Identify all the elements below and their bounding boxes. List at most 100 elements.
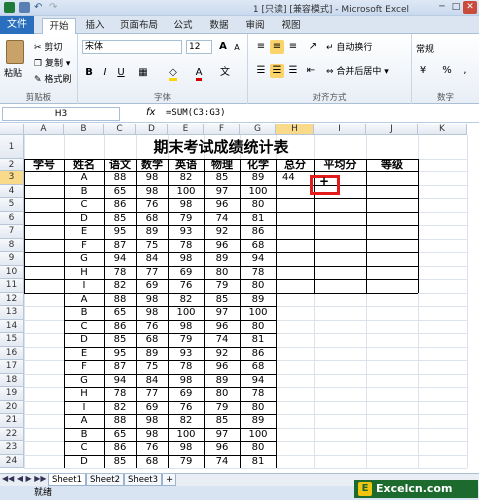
data-cell[interactable]: 95 xyxy=(104,225,136,239)
data-cell[interactable]: D xyxy=(64,212,104,226)
data-cell[interactable]: 100 xyxy=(168,428,204,442)
data-cell[interactable]: B xyxy=(64,185,104,199)
data-cell[interactable]: 78 xyxy=(240,387,276,401)
data-cell[interactable]: F xyxy=(64,360,104,374)
row-header-12[interactable]: 12 xyxy=(0,292,24,306)
data-cell[interactable]: 85 xyxy=(204,171,240,185)
data-cell[interactable]: 84 xyxy=(136,374,168,388)
row-header-24[interactable]: 24 xyxy=(0,454,24,468)
data-cell[interactable]: 100 xyxy=(240,428,276,442)
data-cell[interactable]: 85 xyxy=(104,455,136,469)
data-cell[interactable]: F xyxy=(64,239,104,253)
data-cell[interactable]: 98 xyxy=(136,306,168,320)
borders-icon[interactable]: ▦ xyxy=(136,66,150,80)
data-cell[interactable]: 74 xyxy=(204,333,240,347)
wrap-text-button[interactable]: ↵ 自动换行 xyxy=(326,40,372,53)
data-cell[interactable]: 86 xyxy=(104,320,136,334)
data-cell[interactable]: 89 xyxy=(204,252,240,266)
data-cell[interactable]: 85 xyxy=(204,293,240,307)
data-cell[interactable]: 68 xyxy=(136,333,168,347)
data-cell[interactable]: 94 xyxy=(240,374,276,388)
row-header-13[interactable]: 13 xyxy=(0,306,24,320)
row-header-21[interactable]: 21 xyxy=(0,414,24,428)
data-cell[interactable]: 85 xyxy=(204,414,240,428)
data-cell[interactable]: 69 xyxy=(168,266,204,280)
data-cell[interactable]: 94 xyxy=(104,252,136,266)
data-cell[interactable]: D xyxy=(64,333,104,347)
data-cell[interactable]: 98 xyxy=(168,198,204,212)
row-header-20[interactable]: 20 xyxy=(0,400,24,414)
tab-formulas[interactable]: 公式 xyxy=(168,18,198,34)
comma-button[interactable]: , xyxy=(458,64,472,78)
data-cell[interactable]: 78 xyxy=(104,266,136,280)
data-cell[interactable]: D xyxy=(64,455,104,469)
data-cell[interactable]: 79 xyxy=(204,279,240,293)
data-cell[interactable]: 80 xyxy=(240,320,276,334)
data-cell[interactable]: 69 xyxy=(136,279,168,293)
data-cell[interactable]: 78 xyxy=(104,387,136,401)
tab-home[interactable]: 开始 xyxy=(42,18,76,34)
data-cell[interactable]: H xyxy=(64,387,104,401)
row-header-6[interactable]: 6 xyxy=(0,211,24,225)
undo-icon[interactable]: ↶ xyxy=(34,2,45,13)
data-cell[interactable]: G xyxy=(64,374,104,388)
row-header-2[interactable]: 2 xyxy=(0,159,24,171)
data-cell[interactable]: B xyxy=(64,306,104,320)
data-cell[interactable]: 82 xyxy=(168,414,204,428)
data-cell[interactable]: 78 xyxy=(168,360,204,374)
data-cell[interactable]: 76 xyxy=(136,441,168,455)
data-cell[interactable]: 88 xyxy=(104,171,136,185)
data-cell[interactable]: 79 xyxy=(168,333,204,347)
data-cell[interactable]: 80 xyxy=(204,266,240,280)
data-cell[interactable]: 65 xyxy=(104,428,136,442)
data-cell[interactable]: 94 xyxy=(240,252,276,266)
close-button[interactable]: ✕ xyxy=(463,1,477,14)
paste-icon[interactable] xyxy=(6,40,24,64)
data-cell[interactable]: 86 xyxy=(104,441,136,455)
data-cell[interactable]: 65 xyxy=(104,306,136,320)
row-header-7[interactable]: 7 xyxy=(0,225,24,239)
align-top-icon[interactable]: ≡ xyxy=(254,40,268,54)
row-header-3[interactable]: 3 xyxy=(0,171,24,185)
data-cell[interactable]: I xyxy=(64,279,104,293)
sheet-tab-1[interactable]: Sheet1 xyxy=(48,474,86,486)
row-header-16[interactable]: 16 xyxy=(0,346,24,360)
row-header-19[interactable]: 19 xyxy=(0,387,24,401)
data-cell[interactable]: 93 xyxy=(168,347,204,361)
align-right-icon[interactable]: ☰ xyxy=(286,64,300,78)
formula-input[interactable]: =SUM(C3:G3) xyxy=(166,108,226,118)
data-cell[interactable]: 100 xyxy=(168,185,204,199)
tab-insert[interactable]: 插入 xyxy=(80,18,110,34)
underline-button[interactable]: U xyxy=(114,66,128,80)
row-header-15[interactable]: 15 xyxy=(0,333,24,347)
data-cell[interactable]: B xyxy=(64,428,104,442)
data-cell[interactable]: G xyxy=(64,252,104,266)
data-cell[interactable]: 82 xyxy=(168,171,204,185)
italic-button[interactable]: I xyxy=(98,66,112,80)
data-cell[interactable]: 68 xyxy=(240,239,276,253)
data-cell[interactable]: 86 xyxy=(240,347,276,361)
data-cell[interactable]: 96 xyxy=(204,441,240,455)
data-cell[interactable]: 98 xyxy=(136,185,168,199)
data-cell[interactable]: 80 xyxy=(240,198,276,212)
tab-view[interactable]: 视图 xyxy=(276,18,306,34)
save-icon[interactable] xyxy=(19,2,30,13)
data-cell[interactable]: 89 xyxy=(204,374,240,388)
row-header-14[interactable]: 14 xyxy=(0,319,24,333)
data-cell[interactable]: 81 xyxy=(240,333,276,347)
data-cell[interactable]: 69 xyxy=(168,387,204,401)
data-cell[interactable]: 98 xyxy=(136,414,168,428)
data-cell[interactable]: 89 xyxy=(240,293,276,307)
column-header-B[interactable]: B xyxy=(64,124,104,135)
data-cell[interactable]: 74 xyxy=(204,212,240,226)
data-cell[interactable]: E xyxy=(64,347,104,361)
data-cell[interactable]: 79 xyxy=(168,455,204,469)
data-cell[interactable]: 86 xyxy=(240,225,276,239)
data-cell[interactable]: 100 xyxy=(240,306,276,320)
data-cell[interactable]: 96 xyxy=(204,239,240,253)
row-header-18[interactable]: 18 xyxy=(0,373,24,387)
paste-button[interactable]: 粘贴 xyxy=(4,66,22,79)
format-painter-button[interactable]: ✎ 格式刷 xyxy=(34,72,71,85)
data-cell[interactable]: 98 xyxy=(136,171,168,185)
data-cell[interactable]: 89 xyxy=(136,225,168,239)
